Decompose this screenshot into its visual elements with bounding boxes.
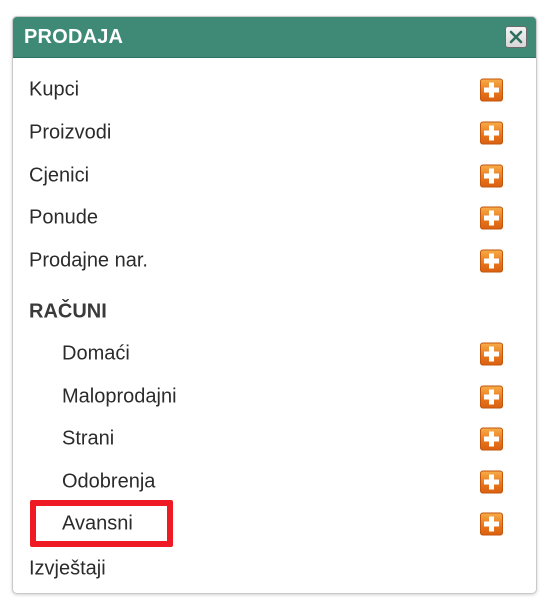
menu-item-label: Domaći: [62, 342, 130, 365]
menu-item-label: Odobrenja: [62, 470, 156, 493]
add-icon[interactable]: [480, 249, 503, 273]
menu-item-label: Strani: [62, 427, 115, 450]
menu-item-strani[interactable]: Strani: [13, 419, 536, 459]
menu-item-izvjestaji[interactable]: Izvještaji: [13, 549, 536, 589]
add-icon[interactable]: [480, 470, 503, 494]
add-icon[interactable]: [480, 78, 503, 102]
highlight-box: [30, 500, 173, 547]
add-icon[interactable]: [480, 121, 503, 145]
menu-item-odobrenja[interactable]: Odobrenja: [13, 462, 536, 502]
menu-item-prodajne-nar[interactable]: Prodajne nar.: [13, 241, 536, 281]
menu-item-cjenici[interactable]: Cjenici: [13, 156, 536, 196]
add-icon[interactable]: [480, 206, 503, 230]
menu-item-label: Prodajne nar.: [29, 249, 148, 272]
close-button[interactable]: [505, 26, 527, 48]
menu-item-ponude[interactable]: Ponude: [13, 198, 536, 238]
menu-item-proizvodi[interactable]: Proizvodi: [13, 113, 536, 153]
section-title: RAČUNI: [29, 300, 107, 323]
menu-item-maloprodajni[interactable]: Maloprodajni: [13, 377, 536, 417]
add-icon[interactable]: [480, 385, 503, 409]
close-icon: [509, 30, 523, 44]
panel-title: PRODAJA: [24, 26, 124, 48]
add-icon[interactable]: [480, 164, 503, 188]
prodaja-panel: PRODAJA Kupci Proizvodi Cjenici Ponude P…: [12, 16, 537, 594]
menu-item-kupci[interactable]: Kupci: [13, 70, 536, 110]
menu-item-label: Kupci: [29, 78, 80, 101]
section-header-racuni: RAČUNI: [13, 292, 536, 332]
menu-item-label: Ponude: [29, 206, 98, 229]
menu-item-label: Maloprodajni: [62, 385, 177, 408]
menu-item-label: Proizvodi: [29, 121, 112, 144]
panel-header: PRODAJA: [13, 17, 536, 58]
add-icon[interactable]: [480, 342, 503, 366]
menu-item-label: Izvještaji: [29, 557, 106, 580]
menu-item-label: Cjenici: [29, 164, 90, 187]
add-icon[interactable]: [480, 427, 503, 451]
menu-item-domaci[interactable]: Domaći: [13, 334, 536, 374]
add-icon[interactable]: [480, 512, 503, 536]
